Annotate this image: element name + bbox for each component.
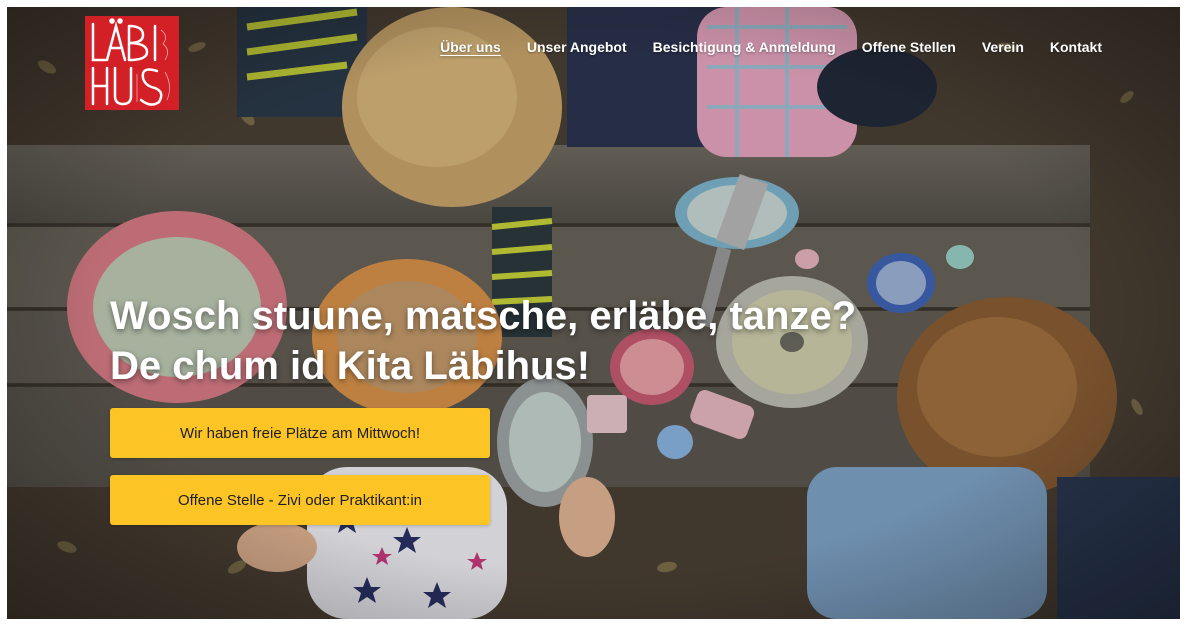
nav-item-besichtigung-anmeldung[interactable]: Besichtigung & Anmeldung xyxy=(653,39,836,55)
free-places-button[interactable]: Wir haben freie Plätze am Mittwoch! xyxy=(110,408,490,458)
hero-section: Über uns Unser Angebot Besichtigung & An… xyxy=(7,7,1180,619)
nav-item-uber-uns[interactable]: Über uns xyxy=(440,39,501,55)
nav-item-unser-angebot[interactable]: Unser Angebot xyxy=(527,39,627,55)
main-navigation: Über uns Unser Angebot Besichtigung & An… xyxy=(440,39,1102,55)
hero-headline-line-2: De chum id Kita Läbihus! xyxy=(110,344,591,388)
nav-item-offene-stellen[interactable]: Offene Stellen xyxy=(862,39,956,55)
hero-headline: Wosch stuune, matsche, erläbe, tanze? De… xyxy=(110,291,856,391)
nav-item-kontakt[interactable]: Kontakt xyxy=(1050,39,1102,55)
nav-item-verein[interactable]: Verein xyxy=(982,39,1024,55)
labihus-logo[interactable] xyxy=(85,16,179,110)
open-position-button[interactable]: Offene Stelle - Zivi oder Praktikant:in xyxy=(110,475,490,525)
hero-headline-line-1: Wosch stuune, matsche, erläbe, tanze? xyxy=(110,294,857,338)
